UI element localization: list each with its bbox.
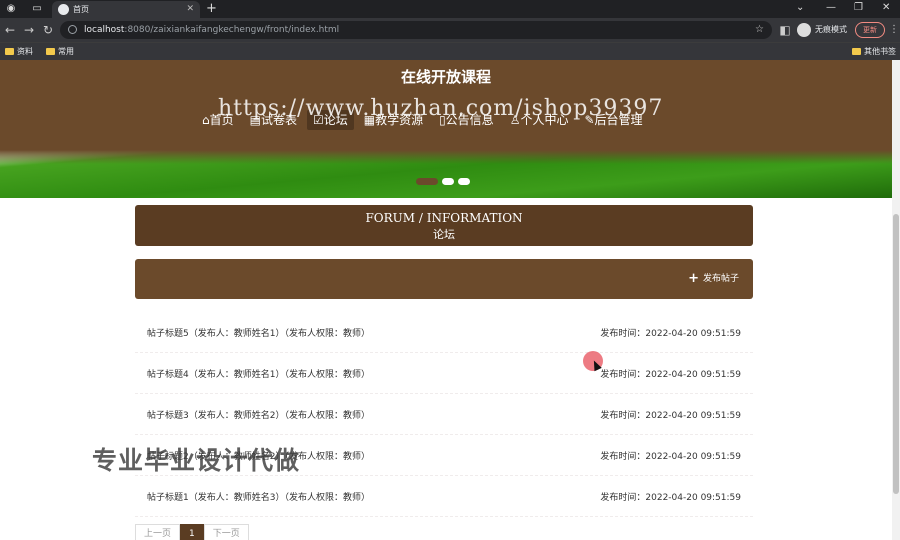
- post-time: 发布时间：2022-04-20 09:51:59: [600, 329, 741, 339]
- post-time: 发布时间：2022-04-20 09:51:59: [600, 411, 741, 421]
- bookmark-folder-changyong[interactable]: 常用: [46, 46, 74, 58]
- update-button[interactable]: 更新: [855, 22, 885, 38]
- prev-page-button[interactable]: 上一页: [135, 524, 181, 540]
- globe-icon: [58, 4, 69, 15]
- kebab-menu-icon[interactable]: ⋮: [889, 23, 899, 37]
- browser-tab[interactable]: 首页 ✕: [52, 1, 200, 18]
- bookmark-folder-ziliao[interactable]: 资料: [5, 46, 33, 58]
- chevron-down-icon[interactable]: ⌄: [796, 1, 804, 15]
- tab-title: 首页: [73, 5, 89, 14]
- next-page-button[interactable]: 下一页: [203, 524, 249, 540]
- site-title: 在线开放课程: [400, 68, 491, 86]
- bookmark-star-icon[interactable]: ☆: [755, 22, 764, 38]
- incognito-label[interactable]: 无痕模式: [815, 23, 847, 37]
- address-bar[interactable]: localhost:8080/zaixiankaifangkechengw/fr…: [60, 21, 772, 39]
- minimize-icon[interactable]: —: [826, 1, 836, 15]
- publish-post-button[interactable]: + 发布帖子: [688, 271, 739, 287]
- restore-icon[interactable]: ❐: [854, 1, 863, 15]
- list-item[interactable]: 帖子标题4（发布人：教师姓名1）（发布人权限：教师） 发布时间：2022-04-…: [135, 353, 753, 394]
- scrollbar-thumb[interactable]: [893, 214, 899, 494]
- incognito-icon[interactable]: [797, 23, 811, 37]
- site-header: 在线开放课程 ⌂首页 ▤试卷表 ☑论坛 ▦教学资源 ▯公告信息 ♙个人中心 ✎后…: [0, 60, 892, 150]
- post-title[interactable]: 帖子标题3（发布人：教师姓名2）（发布人权限：教师）: [147, 408, 370, 421]
- carousel-dot[interactable]: [458, 178, 470, 185]
- pagination: 上一页 1 下一页: [135, 524, 249, 540]
- plus-icon: +: [688, 271, 699, 286]
- overlay-watermark-text: 专业毕业设计代做: [92, 446, 301, 475]
- address-url[interactable]: localhost:8080/zaixiankaifangkechengw/fr…: [84, 22, 339, 38]
- carousel-dot[interactable]: [442, 178, 454, 185]
- bookmark-folder-other[interactable]: 其他书签: [852, 46, 896, 58]
- site-info-icon[interactable]: [68, 25, 77, 34]
- list-item[interactable]: 帖子标题3（发布人：教师姓名2）（发布人权限：教师） 发布时间：2022-04-…: [135, 394, 753, 435]
- post-list: 帖子标题5（发布人：教师姓名1）（发布人权限：教师） 发布时间：2022-04-…: [135, 312, 753, 517]
- post-time: 发布时间：2022-04-20 09:51:59: [600, 452, 741, 462]
- post-title[interactable]: 帖子标题5（发布人：教师姓名1）（发布人权限：教师）: [147, 326, 370, 339]
- page-scrollbar[interactable]: [892, 60, 900, 540]
- bookmarks-bar: 资料 常用 其他书签: [0, 42, 900, 60]
- back-arrow-icon[interactable]: ←: [3, 23, 17, 37]
- post-title[interactable]: 帖子标题1（发布人：教师姓名3）（发布人权限：教师）: [147, 490, 370, 503]
- list-item[interactable]: 帖子标题1（发布人：教师姓名3）（发布人权限：教师） 发布时间：2022-04-…: [135, 476, 753, 517]
- browser-tab-strip: ◉ ▭ 首页 ✕ + ⌄ — ❐ ✕: [0, 0, 900, 18]
- page-viewport: 在线开放课程 ⌂首页 ▤试卷表 ☑论坛 ▦教学资源 ▯公告信息 ♙个人中心 ✎后…: [0, 60, 892, 540]
- forward-arrow-icon[interactable]: →: [22, 23, 36, 37]
- forum-title-en: FORUM / INFORMATION: [365, 211, 523, 225]
- carousel-dot[interactable]: [416, 178, 438, 185]
- browser-toolbar: ← → ↻ localhost:8080/zaixiankaifangkeche…: [0, 18, 900, 42]
- tab-search-icon[interactable]: ▭: [30, 2, 44, 16]
- new-tab-icon[interactable]: +: [206, 1, 217, 17]
- post-time: 发布时间：2022-04-20 09:51:59: [600, 493, 741, 503]
- close-window-icon[interactable]: ✕: [882, 1, 890, 15]
- post-title[interactable]: 帖子标题4（发布人：教师姓名1）（发布人权限：教师）: [147, 367, 370, 380]
- browser-menu-icon[interactable]: ◉: [4, 2, 18, 16]
- sidebar-icon[interactable]: ◧: [778, 23, 792, 37]
- forum-heading: FORUM / INFORMATION 论坛: [135, 205, 753, 246]
- close-tab-icon[interactable]: ✕: [186, 3, 194, 16]
- watermark-url: https://www.huzhan.com/ishop39397: [218, 96, 664, 121]
- reload-icon[interactable]: ↻: [41, 23, 55, 37]
- banner-carousel: [0, 150, 892, 198]
- post-time: 发布时间：2022-04-20 09:51:59: [600, 370, 741, 380]
- list-item[interactable]: 帖子标题5（发布人：教师姓名1）（发布人权限：教师） 发布时间：2022-04-…: [135, 312, 753, 353]
- carousel-indicators: [416, 178, 470, 185]
- page-number-button[interactable]: 1: [180, 524, 204, 540]
- forum-action-bar: + 发布帖子: [135, 259, 753, 299]
- forum-title-cn: 论坛: [433, 228, 455, 241]
